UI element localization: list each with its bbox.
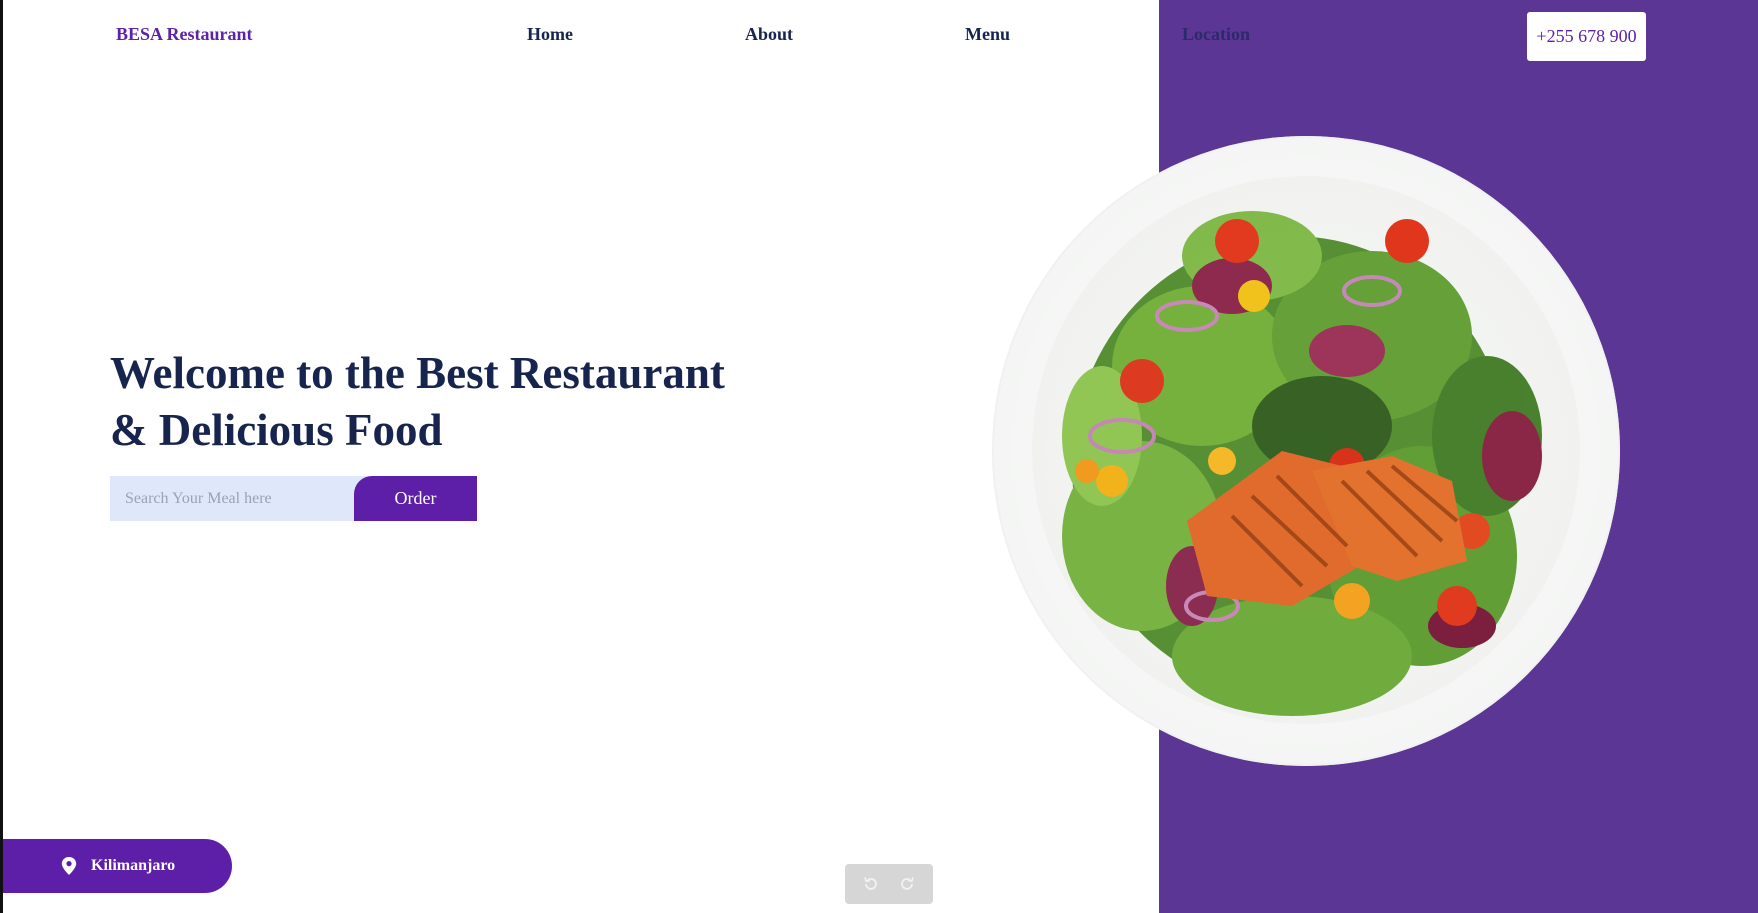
brand-logo-link[interactable]: BESA Restaurant (116, 24, 253, 45)
nav-home-link[interactable]: Home (527, 24, 573, 45)
undo-icon (864, 877, 877, 890)
history-controls (845, 864, 933, 904)
salad-illustration (1062, 211, 1542, 716)
location-badge[interactable]: Kilimanjaro (3, 839, 232, 893)
landing-page: BESA Restaurant Home About Menu Location… (0, 0, 1758, 913)
nav-location-link[interactable]: Location (1182, 24, 1250, 45)
redo-icon (901, 877, 914, 890)
order-button[interactable]: Order (354, 476, 477, 521)
map-pin-icon (61, 857, 77, 875)
left-edge-rule (0, 0, 3, 913)
meal-search-input[interactable] (110, 476, 370, 521)
phone-button[interactable]: +255 678 900 (1527, 12, 1646, 61)
nav-menu-link[interactable]: Menu (965, 24, 1010, 45)
top-navigation: BESA Restaurant Home About Menu Location… (0, 0, 1758, 72)
hero-title-line-1: Welcome to the Best Restaurant (110, 348, 725, 398)
undo-button[interactable] (859, 872, 883, 896)
hero-title-line-2: & Delicious Food (110, 405, 443, 455)
nav-about-link[interactable]: About (745, 24, 793, 45)
salmon-salad-plate-image (992, 136, 1620, 766)
location-label: Kilimanjaro (91, 857, 176, 874)
redo-button[interactable] (895, 872, 919, 896)
hero-title: Welcome to the Best Restaurant & Delicio… (110, 345, 810, 459)
